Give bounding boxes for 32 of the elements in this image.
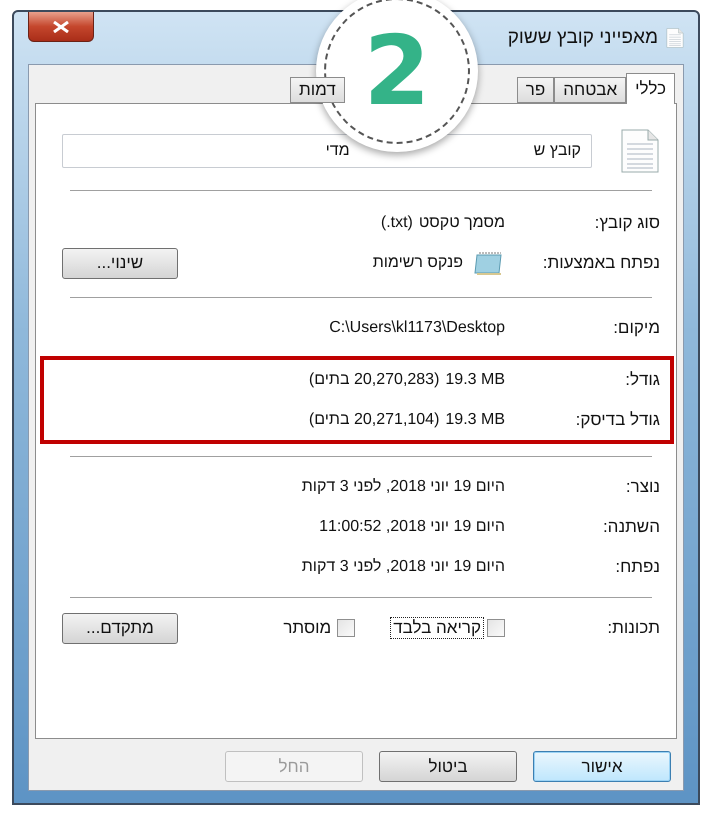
checkbox-label[interactable]: קריאה בלבד (391, 618, 483, 638)
dialog-button[interactable]: אישור (533, 751, 671, 782)
document-icon (666, 27, 684, 49)
tab[interactable]: אבטחה (554, 77, 626, 103)
field-label: סוג קובץ: (594, 213, 660, 233)
tab[interactable]: דמות (290, 77, 345, 103)
text-file-icon (620, 128, 660, 174)
field-label: נפתח: (614, 557, 660, 577)
field-label: מיקום: (612, 318, 660, 338)
advanced-button[interactable]: מתקדם... (62, 612, 178, 644)
tab[interactable]: פר (516, 77, 554, 103)
field-label: השתנה: (602, 517, 660, 537)
field-value: היום 19 יוני 2018, לפני 3 דקות (302, 558, 505, 576)
checkbox[interactable] (487, 619, 505, 637)
field-value: היום 19 יוני 2018, 11:00:52 (319, 518, 505, 536)
close-button[interactable] (28, 12, 94, 42)
field-label: נפתח באמצעות: (542, 253, 660, 273)
field-label: נוצר: (624, 477, 660, 497)
field-value: היום 19 יוני 2018, לפני 3 דקות (302, 478, 505, 496)
field-label: תכונות: (606, 618, 660, 638)
close-icon (51, 20, 71, 32)
field-label: גודל: (624, 370, 660, 390)
field-value: C:\Users\kl1173\Desktop (329, 319, 505, 337)
dialog-button[interactable]: ביטול (379, 751, 517, 782)
checkbox[interactable] (337, 619, 356, 637)
change-button[interactable]: שינוי... (62, 248, 178, 278)
field-value: פנקס רשימות (372, 254, 463, 272)
tab[interactable]: כללי (626, 73, 675, 104)
window-title: מאפייני קובץ ששוק (508, 27, 658, 49)
field-label: גודל בדיסק: (574, 410, 660, 430)
name-field[interactable]: קובץ ש מדי (62, 134, 592, 168)
checkbox-label[interactable]: מוסתר (281, 618, 334, 638)
